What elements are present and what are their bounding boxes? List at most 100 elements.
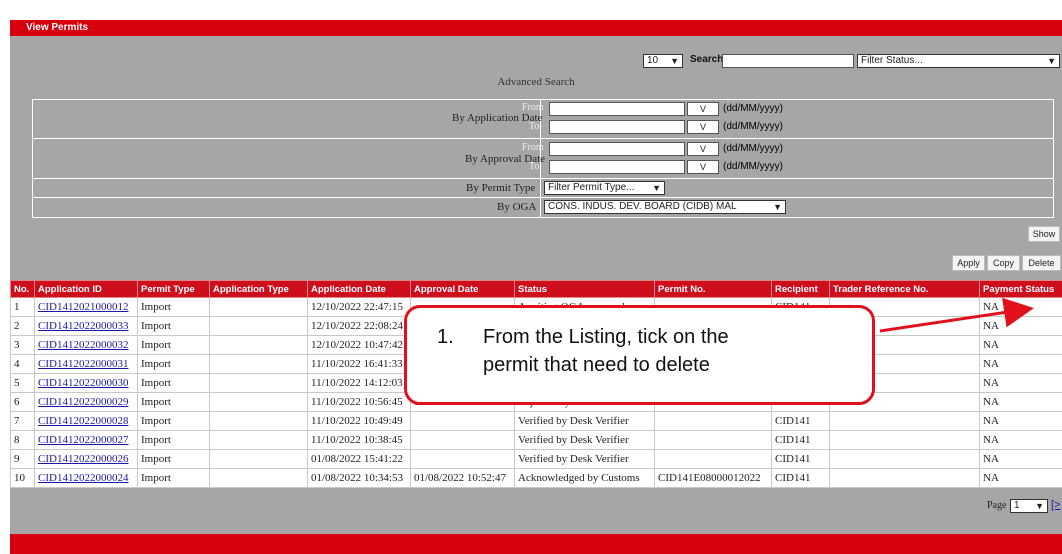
approval-date-from-input[interactable] [549, 142, 685, 156]
cell-payment-status: NA [979, 354, 1062, 374]
application-id-link[interactable]: CID1412022000026 [38, 453, 128, 465]
approval-date-to-picker[interactable]: V [687, 160, 719, 174]
cell-application-type [209, 373, 308, 393]
cell-approval-date [410, 449, 515, 469]
header-payment-status[interactable]: Payment Status [979, 280, 1062, 298]
application-id-link[interactable]: CID1412021000012 [38, 301, 128, 313]
chevron-down-icon: ▼ [1035, 501, 1044, 511]
cell-application-type [209, 316, 308, 336]
application-id-link[interactable]: CID1412022000032 [38, 339, 128, 351]
cell-no: 1 [10, 297, 35, 317]
cell-approval-date: 01/08/2022 10:52:47 [410, 468, 515, 488]
application-date-to-picker[interactable]: V [687, 120, 719, 134]
cell-application-type [209, 468, 308, 488]
header-permit-type[interactable]: Permit Type [137, 280, 210, 298]
title-bar: View Permits [10, 20, 1062, 36]
next-page-link[interactable]: [> [1051, 499, 1060, 511]
view-permits-tab[interactable]: View Permits [26, 22, 88, 33]
application-date-row: By Application Date From To V V (dd/MM/y… [33, 100, 1053, 139]
header-application-type[interactable]: Application Type [209, 280, 308, 298]
permit-type-row: By Permit Type Filter Permit Type... ▼ [33, 179, 1053, 198]
permit-type-select[interactable]: Filter Permit Type... ▼ [544, 181, 665, 195]
application-id-link[interactable]: CID1412022000027 [38, 434, 128, 446]
cell-application-date: 11/10/2022 16:41:33 [307, 354, 411, 374]
oga-value: CONS. INDUS. DEV. BOARD (CIDB) MAL [548, 201, 737, 212]
cell-permit-type: Import [137, 354, 210, 374]
cell-permit-type: Import [137, 449, 210, 469]
date-format-hint: (dd/MM/yyyy) [723, 143, 783, 154]
cell-application-id: CID1412022000027 [34, 430, 138, 450]
cell-application-date: 12/10/2022 10:47:42 [307, 335, 411, 355]
cell-trader-reference-no [829, 468, 980, 488]
page-size-select[interactable]: 10 ▼ [643, 54, 683, 68]
application-id-link[interactable]: CID1412022000033 [38, 320, 128, 332]
cell-application-id: CID1412022000032 [34, 335, 138, 355]
view-permits-panel: View Permits 10 ▼ Search Filter Status..… [10, 20, 1062, 554]
search-input[interactable] [722, 54, 854, 68]
cell-application-id: CID1412022000029 [34, 392, 138, 412]
chevron-down-icon: ▼ [773, 202, 782, 212]
permit-type-label: By Permit Type [466, 182, 536, 194]
approval-date-from-picker[interactable]: V [687, 142, 719, 156]
oga-row: By OGA CONS. INDUS. DEV. BOARD (CIDB) MA… [33, 198, 1053, 217]
cell-application-date: 11/10/2022 10:56:45 [307, 392, 411, 412]
cell-application-id: CID1412022000028 [34, 411, 138, 431]
application-date-from-input[interactable] [549, 102, 685, 116]
cell-permit-type: Import [137, 335, 210, 355]
header-trader-reference-no[interactable]: Trader Reference No. [829, 280, 980, 298]
page-size-value: 10 [647, 55, 659, 66]
header-status[interactable]: Status [514, 280, 655, 298]
filter-status-value: Filter Status... [861, 55, 923, 66]
cell-status: Verified by Desk Verifier [514, 411, 655, 431]
callout-line-2: permit that need to delete [483, 354, 710, 376]
application-id-link[interactable]: CID1412022000031 [38, 358, 128, 370]
oga-select[interactable]: CONS. INDUS. DEV. BOARD (CIDB) MAL ▼ [544, 200, 786, 214]
cell-permit-no: CID141E08000012022 [654, 468, 772, 488]
delete-button[interactable]: Delete [1022, 255, 1061, 271]
cell-application-type [209, 449, 308, 469]
application-date-from-picker[interactable]: V [687, 102, 719, 116]
cell-payment-status: NA [979, 373, 1062, 393]
page-value: 1 [1014, 500, 1020, 511]
application-id-link[interactable]: CID1412022000024 [38, 472, 128, 484]
advanced-search-table: By Application Date From To V V (dd/MM/y… [32, 99, 1054, 218]
cell-application-date: 11/10/2022 14:12:03 [307, 373, 411, 393]
from-label: From [522, 142, 544, 153]
to-label: To [529, 161, 540, 172]
to-label: To [529, 121, 540, 132]
pager: Page 1 ▼ [> [10, 497, 1062, 517]
cell-application-type [209, 335, 308, 355]
cell-application-type [209, 354, 308, 374]
copy-button[interactable]: Copy [987, 255, 1020, 271]
page-select[interactable]: 1 ▼ [1010, 499, 1048, 513]
apply-button[interactable]: Apply [952, 255, 985, 271]
show-button[interactable]: Show [1028, 226, 1060, 242]
approval-date-to-input[interactable] [549, 160, 685, 174]
cell-approval-date [410, 430, 515, 450]
cell-payment-status: NA [979, 316, 1062, 336]
cell-approval-date [410, 411, 515, 431]
header-permit-no[interactable]: Permit No. [654, 280, 772, 298]
header-recipient[interactable]: Recipient [771, 280, 830, 298]
cell-application-id: CID1412022000030 [34, 373, 138, 393]
filter-status-select[interactable]: Filter Status... ▼ [857, 54, 1060, 68]
cell-permit-type: Import [137, 430, 210, 450]
cell-trader-reference-no [829, 430, 980, 450]
application-id-link[interactable]: CID1412022000030 [38, 377, 128, 389]
cell-permit-no [654, 430, 772, 450]
header-approval-date[interactable]: Approval Date [410, 280, 515, 298]
cell-application-date: 01/08/2022 10:34:53 [307, 468, 411, 488]
application-id-link[interactable]: CID1412022000028 [38, 415, 128, 427]
header-no: No. [10, 280, 35, 298]
application-date-to-input[interactable] [549, 120, 685, 134]
table-row: 8 CID1412022000027 Import 11/10/2022 10:38:… [10, 430, 1062, 450]
table-row: 9 CID1412022000026 Import 01/08/2022 15:41:… [10, 449, 1062, 469]
cell-permit-type: Import [137, 373, 210, 393]
cell-payment-status: NA [979, 430, 1062, 450]
header-application-id[interactable]: Application ID [34, 280, 138, 298]
header-application-date[interactable]: Application Date [307, 280, 411, 298]
cell-no: 5 [10, 373, 35, 393]
application-id-link[interactable]: CID1412022000029 [38, 396, 128, 408]
cell-no: 9 [10, 449, 35, 469]
cell-application-type [209, 392, 308, 412]
